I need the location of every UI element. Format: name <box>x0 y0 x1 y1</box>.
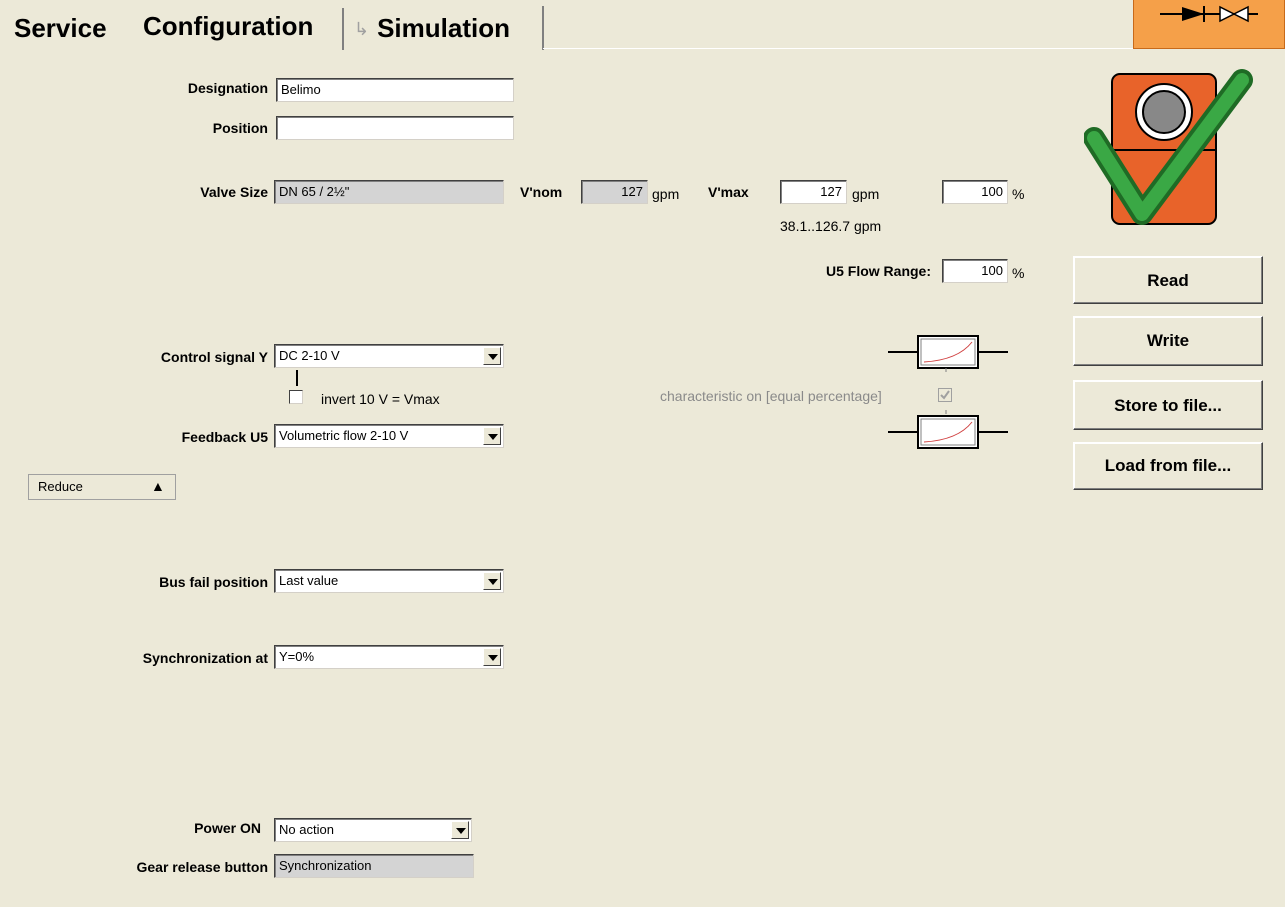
invert-label: invert 10 V = Vmax <box>321 391 440 407</box>
chevron-down-icon[interactable] <box>483 427 501 445</box>
control-signal-label: Control signal Y <box>160 349 268 365</box>
vmax-field[interactable]: 127 <box>780 180 847 204</box>
designation-label: Designation <box>187 80 268 96</box>
tree-connector <box>296 370 298 386</box>
store-to-file-button[interactable]: Store to file... <box>1073 380 1263 430</box>
tab-simulation-label: Simulation <box>377 13 510 43</box>
characteristic-label: characteristic on [equal percentage] <box>660 388 882 404</box>
control-signal-value: DC 2-10 V <box>279 348 340 363</box>
reduce-button[interactable]: Reduce ▲ <box>28 474 176 500</box>
vmax-range-text: 38.1..126.7 gpm <box>780 218 882 234</box>
invert-checkbox[interactable] <box>289 390 303 404</box>
valve-mode-button[interactable] <box>1133 0 1285 49</box>
write-button[interactable]: Write <box>1073 316 1263 366</box>
vmax-unit: gpm <box>852 186 880 202</box>
gear-release-label: Gear release button <box>136 859 269 875</box>
feedback-u5-value: Volumetric flow 2-10 V <box>279 428 409 443</box>
bus-fail-position-select[interactable]: Last value <box>274 569 504 593</box>
vnom-field: 127 <box>581 180 648 204</box>
synchronization-label: Synchronization at <box>142 650 268 666</box>
check-icon <box>940 390 950 400</box>
tab-configuration[interactable]: Configuration <box>135 2 322 50</box>
valve-size-field: DN 65 / 2½" <box>274 180 504 204</box>
power-on-label: Power ON <box>194 820 261 836</box>
chevron-down-icon[interactable] <box>451 821 469 839</box>
triangle-up-icon: ▲ <box>151 478 165 494</box>
bus-fail-position-value: Last value <box>279 573 339 588</box>
control-signal-select[interactable]: DC 2-10 V <box>274 344 504 368</box>
power-on-value: No action <box>279 822 334 837</box>
tab-bar: Service Configuration ↳ Simulation <box>0 0 1285 52</box>
vmax-percent-field[interactable]: 100 <box>942 180 1008 204</box>
valve-symbol-icon <box>1160 5 1258 23</box>
position-label: Position <box>212 120 268 136</box>
vnom-unit: gpm <box>652 186 680 202</box>
synchronization-value: Y=0% <box>279 649 315 664</box>
chevron-down-icon[interactable] <box>483 648 501 666</box>
synchronization-select[interactable]: Y=0% <box>274 645 504 669</box>
power-on-select[interactable]: No action <box>274 818 472 842</box>
vmax-percent-unit: % <box>1012 186 1025 202</box>
bus-fail-position-label: Bus fail position <box>159 574 268 590</box>
chevron-down-icon[interactable] <box>483 347 501 365</box>
read-button[interactable]: Read <box>1073 256 1263 304</box>
position-field[interactable] <box>276 116 514 140</box>
u5-flow-range-label: U5 Flow Range: <box>825 263 931 279</box>
tab-separator <box>342 8 344 50</box>
designation-field[interactable]: Belimo <box>276 78 514 102</box>
tab-simulation[interactable]: ↳ Simulation <box>346 6 544 50</box>
characteristic-checkbox <box>938 388 952 402</box>
gear-release-field: Synchronization <box>274 854 474 878</box>
vmax-label: V'max <box>708 184 749 200</box>
device-status-icon <box>1083 68 1254 234</box>
feedback-u5-label: Feedback U5 <box>181 429 268 445</box>
load-from-file-button[interactable]: Load from file... <box>1073 442 1263 490</box>
u5-flow-range-field[interactable]: 100 <box>942 259 1008 283</box>
reduce-label: Reduce <box>38 479 83 494</box>
simulation-icon: ↳ <box>354 19 370 39</box>
vnom-label: V'nom <box>520 184 563 200</box>
characteristic-curve-bottom-icon <box>888 410 1008 450</box>
actuator-ok-icon <box>1083 69 1253 225</box>
valve-size-label: Valve Size <box>200 184 268 200</box>
characteristic-curve-top-icon <box>888 332 1008 376</box>
tab-service[interactable]: Service <box>6 6 115 50</box>
u5-flow-range-unit: % <box>1012 265 1025 281</box>
feedback-u5-select[interactable]: Volumetric flow 2-10 V <box>274 424 504 448</box>
chevron-down-icon[interactable] <box>483 572 501 590</box>
